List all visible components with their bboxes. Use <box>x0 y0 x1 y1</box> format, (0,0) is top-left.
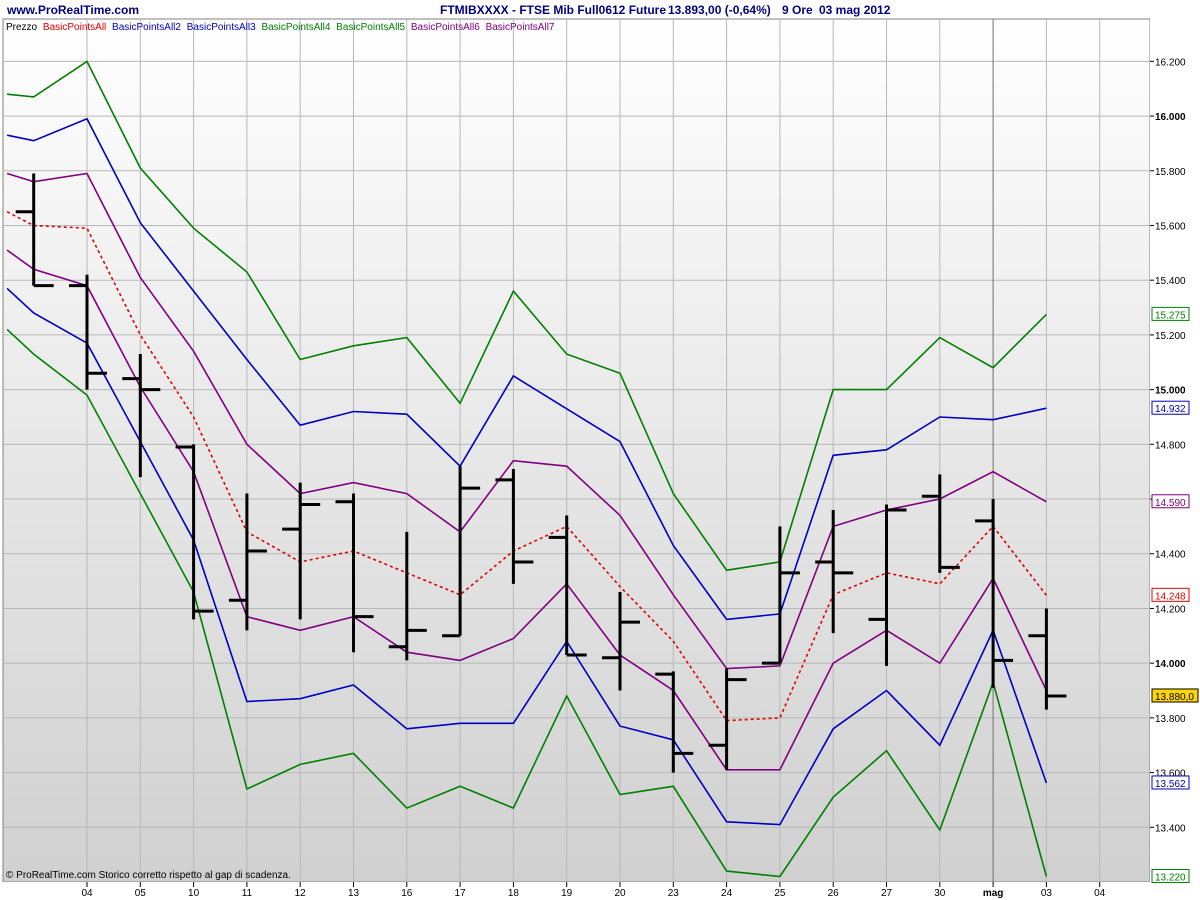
x-tick-label: 04 <box>1094 888 1106 899</box>
value-label-text: 15.275 <box>1155 310 1186 321</box>
site-link[interactable]: www.ProRealTime.com <box>6 3 139 17</box>
legend-item-basicpointsall5: BasicPointsAll5 <box>336 22 405 33</box>
x-tick-label: 20 <box>614 888 626 899</box>
value-label-text: 13.880,0 <box>1155 692 1194 703</box>
x-tick-label: 13 <box>348 888 360 899</box>
x-tick-label: 17 <box>455 888 467 899</box>
legend: Prezzo BasicPointsAll BasicPointsAll2 Ba… <box>6 22 555 33</box>
x-tick-label: 16 <box>401 888 413 899</box>
y-tick-label: 15.200 <box>1155 331 1186 342</box>
date-label: 03 mag 2012 <box>819 3 891 17</box>
legend-item-basicpointsall: BasicPointsAll <box>43 22 106 33</box>
x-tick-label: 27 <box>881 888 893 899</box>
y-tick-label: 13.400 <box>1155 823 1186 834</box>
legend-item-price: Prezzo <box>6 22 38 33</box>
legend-item-basicpointsall6: BasicPointsAll6 <box>411 22 480 33</box>
y-axis: 13.40013.60013.80014.00014.20014.40014.6… <box>1150 57 1186 834</box>
value-label-text: 14.248 <box>1155 591 1186 602</box>
y-tick-label: 15.000 <box>1155 386 1186 397</box>
x-tick-label: 11 <box>242 888 253 899</box>
plot-area <box>3 19 1150 882</box>
y-tick-label: 13.800 <box>1155 714 1186 725</box>
footer-note: © ProRealTime.com Storico corretto rispe… <box>6 870 291 881</box>
y-tick-label: 14.200 <box>1155 604 1186 615</box>
legend-item-basicpointsall3: BasicPointsAll3 <box>187 22 256 33</box>
value-label-text: 14.590 <box>1155 498 1186 509</box>
legend-item-basicpointsall7: BasicPointsAll7 <box>486 22 555 33</box>
x-tick-label: 04 <box>81 888 93 899</box>
y-tick-label: 15.800 <box>1155 167 1186 178</box>
y-tick-label: 14.800 <box>1155 440 1186 451</box>
y-tick-label: 14.000 <box>1155 659 1186 670</box>
y-tick-label: 16.200 <box>1155 57 1186 68</box>
x-tick-label: 18 <box>508 888 520 899</box>
y-tick-label: 15.600 <box>1155 221 1186 232</box>
value-label-text: 13.562 <box>1155 779 1186 790</box>
legend-item-basicpointsall2: BasicPointsAll2 <box>112 22 181 33</box>
chart-canvas: www.ProRealTime.com FTMIBXXXX - FTSE Mib… <box>0 0 1200 900</box>
x-tick-label: 23 <box>668 888 680 899</box>
x-tick-label: 12 <box>295 888 307 899</box>
x-tick-label: 03 <box>1041 888 1053 899</box>
x-tick-label: 26 <box>828 888 840 899</box>
legend-item-basicpointsall4: BasicPointsAll4 <box>261 22 330 33</box>
x-tick-label: 30 <box>934 888 946 899</box>
instrument-title: FTMIBXXXX - FTSE Mib Full0612 Future <box>440 3 666 17</box>
quote-value: 13.893,00 (-0,64%) <box>668 3 771 17</box>
y-tick-label: 15.400 <box>1155 276 1186 287</box>
value-label-text: 14.932 <box>1155 404 1186 415</box>
period-label: 9 Ore <box>782 3 813 17</box>
x-tick-label: 24 <box>721 888 733 899</box>
x-tick-label: 25 <box>774 888 786 899</box>
y-tick-label: 16.000 <box>1155 112 1186 123</box>
x-axis-panel <box>0 882 1200 900</box>
y-tick-label: 14.400 <box>1155 550 1186 561</box>
value-label-text: 13.220 <box>1155 873 1186 884</box>
x-tick-label: 19 <box>561 888 573 899</box>
x-tick-label: 10 <box>188 888 200 899</box>
x-tick-label: mag <box>983 888 1004 899</box>
x-tick-label: 05 <box>135 888 147 899</box>
